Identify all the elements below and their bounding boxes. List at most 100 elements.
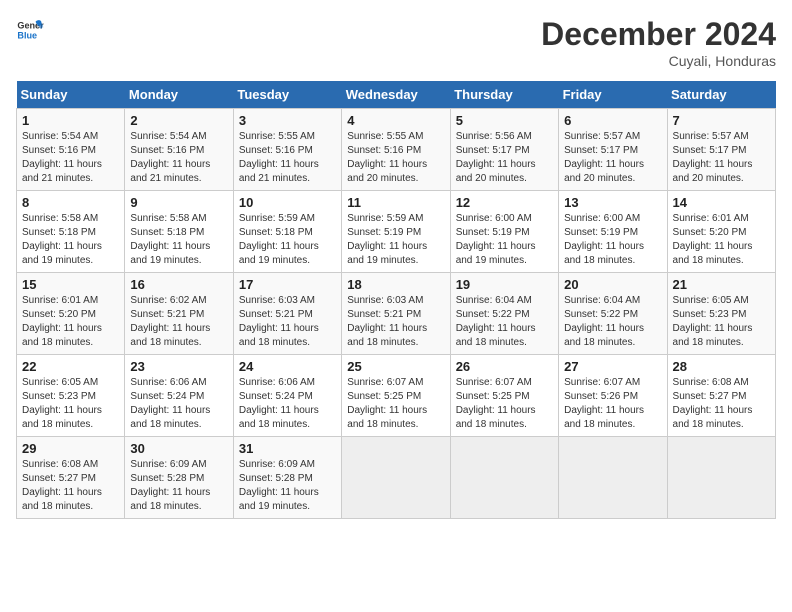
table-row: 27 Sunrise: 6:07 AM Sunset: 5:26 PM Dayl…: [559, 355, 667, 437]
day-number: 6: [564, 113, 661, 128]
day-info: Sunrise: 6:03 AM Sunset: 5:21 PM Dayligh…: [239, 294, 336, 350]
logo-icon: General Blue: [16, 16, 44, 44]
day-info: Sunrise: 6:00 AM Sunset: 5:19 PM Dayligh…: [456, 212, 553, 268]
day-info: Sunrise: 5:55 AM Sunset: 5:16 PM Dayligh…: [347, 130, 444, 186]
day-number: 29: [22, 441, 119, 456]
day-info: Sunrise: 5:58 AM Sunset: 5:18 PM Dayligh…: [130, 212, 227, 268]
day-number: 3: [239, 113, 336, 128]
table-row: 14 Sunrise: 6:01 AM Sunset: 5:20 PM Dayl…: [667, 191, 775, 273]
day-info: Sunrise: 5:54 AM Sunset: 5:16 PM Dayligh…: [130, 130, 227, 186]
table-row: 10 Sunrise: 5:59 AM Sunset: 5:18 PM Dayl…: [233, 191, 341, 273]
day-number: 7: [673, 113, 770, 128]
day-info: Sunrise: 5:57 AM Sunset: 5:17 PM Dayligh…: [673, 130, 770, 186]
header-row: Sunday Monday Tuesday Wednesday Thursday…: [17, 81, 776, 109]
table-row: 23 Sunrise: 6:06 AM Sunset: 5:24 PM Dayl…: [125, 355, 233, 437]
calendar-row: 1 Sunrise: 5:54 AM Sunset: 5:16 PM Dayli…: [17, 109, 776, 191]
table-row: 1 Sunrise: 5:54 AM Sunset: 5:16 PM Dayli…: [17, 109, 125, 191]
table-row: 6 Sunrise: 5:57 AM Sunset: 5:17 PM Dayli…: [559, 109, 667, 191]
day-number: 13: [564, 195, 661, 210]
table-row: 15 Sunrise: 6:01 AM Sunset: 5:20 PM Dayl…: [17, 273, 125, 355]
day-info: Sunrise: 6:08 AM Sunset: 5:27 PM Dayligh…: [22, 458, 119, 514]
calendar-table: Sunday Monday Tuesday Wednesday Thursday…: [16, 81, 776, 519]
day-number: 14: [673, 195, 770, 210]
day-number: 2: [130, 113, 227, 128]
table-row: 24 Sunrise: 6:06 AM Sunset: 5:24 PM Dayl…: [233, 355, 341, 437]
day-info: Sunrise: 6:02 AM Sunset: 5:21 PM Dayligh…: [130, 294, 227, 350]
day-info: Sunrise: 6:07 AM Sunset: 5:26 PM Dayligh…: [564, 376, 661, 432]
day-info: Sunrise: 5:54 AM Sunset: 5:16 PM Dayligh…: [22, 130, 119, 186]
table-row: 3 Sunrise: 5:55 AM Sunset: 5:16 PM Dayli…: [233, 109, 341, 191]
day-info: Sunrise: 5:58 AM Sunset: 5:18 PM Dayligh…: [22, 212, 119, 268]
day-info: Sunrise: 6:06 AM Sunset: 5:24 PM Dayligh…: [130, 376, 227, 432]
day-number: 9: [130, 195, 227, 210]
day-number: 4: [347, 113, 444, 128]
day-info: Sunrise: 6:09 AM Sunset: 5:28 PM Dayligh…: [239, 458, 336, 514]
title-area: December 2024 Cuyali, Honduras: [541, 16, 776, 69]
day-info: Sunrise: 6:01 AM Sunset: 5:20 PM Dayligh…: [22, 294, 119, 350]
table-row: 17 Sunrise: 6:03 AM Sunset: 5:21 PM Dayl…: [233, 273, 341, 355]
day-info: Sunrise: 6:05 AM Sunset: 5:23 PM Dayligh…: [673, 294, 770, 350]
day-number: 30: [130, 441, 227, 456]
day-number: 28: [673, 359, 770, 374]
table-row: 4 Sunrise: 5:55 AM Sunset: 5:16 PM Dayli…: [342, 109, 450, 191]
calendar-row: 29 Sunrise: 6:08 AM Sunset: 5:27 PM Dayl…: [17, 437, 776, 519]
day-number: 23: [130, 359, 227, 374]
day-number: 20: [564, 277, 661, 292]
table-row: 8 Sunrise: 5:58 AM Sunset: 5:18 PM Dayli…: [17, 191, 125, 273]
day-number: 12: [456, 195, 553, 210]
header-saturday: Saturday: [667, 81, 775, 109]
day-number: 26: [456, 359, 553, 374]
table-row: 16 Sunrise: 6:02 AM Sunset: 5:21 PM Dayl…: [125, 273, 233, 355]
table-row: [559, 437, 667, 519]
day-info: Sunrise: 5:55 AM Sunset: 5:16 PM Dayligh…: [239, 130, 336, 186]
table-row: [667, 437, 775, 519]
day-info: Sunrise: 6:04 AM Sunset: 5:22 PM Dayligh…: [564, 294, 661, 350]
svg-text:Blue: Blue: [17, 30, 37, 40]
table-row: [450, 437, 558, 519]
day-info: Sunrise: 6:04 AM Sunset: 5:22 PM Dayligh…: [456, 294, 553, 350]
day-number: 19: [456, 277, 553, 292]
day-info: Sunrise: 5:59 AM Sunset: 5:18 PM Dayligh…: [239, 212, 336, 268]
day-number: 16: [130, 277, 227, 292]
table-row: 22 Sunrise: 6:05 AM Sunset: 5:23 PM Dayl…: [17, 355, 125, 437]
header-monday: Monday: [125, 81, 233, 109]
page-header: General Blue December 2024 Cuyali, Hondu…: [16, 16, 776, 69]
day-number: 27: [564, 359, 661, 374]
table-row: 29 Sunrise: 6:08 AM Sunset: 5:27 PM Dayl…: [17, 437, 125, 519]
table-row: [342, 437, 450, 519]
calendar-row: 15 Sunrise: 6:01 AM Sunset: 5:20 PM Dayl…: [17, 273, 776, 355]
day-number: 25: [347, 359, 444, 374]
day-number: 22: [22, 359, 119, 374]
day-number: 24: [239, 359, 336, 374]
day-info: Sunrise: 6:03 AM Sunset: 5:21 PM Dayligh…: [347, 294, 444, 350]
table-row: 18 Sunrise: 6:03 AM Sunset: 5:21 PM Dayl…: [342, 273, 450, 355]
table-row: 7 Sunrise: 5:57 AM Sunset: 5:17 PM Dayli…: [667, 109, 775, 191]
table-row: 21 Sunrise: 6:05 AM Sunset: 5:23 PM Dayl…: [667, 273, 775, 355]
table-row: 12 Sunrise: 6:00 AM Sunset: 5:19 PM Dayl…: [450, 191, 558, 273]
table-row: 26 Sunrise: 6:07 AM Sunset: 5:25 PM Dayl…: [450, 355, 558, 437]
month-title: December 2024: [541, 16, 776, 53]
day-number: 17: [239, 277, 336, 292]
day-number: 5: [456, 113, 553, 128]
day-info: Sunrise: 6:08 AM Sunset: 5:27 PM Dayligh…: [673, 376, 770, 432]
day-info: Sunrise: 5:56 AM Sunset: 5:17 PM Dayligh…: [456, 130, 553, 186]
table-row: 30 Sunrise: 6:09 AM Sunset: 5:28 PM Dayl…: [125, 437, 233, 519]
table-row: 28 Sunrise: 6:08 AM Sunset: 5:27 PM Dayl…: [667, 355, 775, 437]
table-row: 25 Sunrise: 6:07 AM Sunset: 5:25 PM Dayl…: [342, 355, 450, 437]
table-row: 5 Sunrise: 5:56 AM Sunset: 5:17 PM Dayli…: [450, 109, 558, 191]
location: Cuyali, Honduras: [541, 53, 776, 69]
header-sunday: Sunday: [17, 81, 125, 109]
day-number: 18: [347, 277, 444, 292]
day-number: 8: [22, 195, 119, 210]
day-number: 1: [22, 113, 119, 128]
day-info: Sunrise: 6:07 AM Sunset: 5:25 PM Dayligh…: [347, 376, 444, 432]
day-info: Sunrise: 5:59 AM Sunset: 5:19 PM Dayligh…: [347, 212, 444, 268]
day-info: Sunrise: 6:07 AM Sunset: 5:25 PM Dayligh…: [456, 376, 553, 432]
calendar-row: 22 Sunrise: 6:05 AM Sunset: 5:23 PM Dayl…: [17, 355, 776, 437]
calendar-row: 8 Sunrise: 5:58 AM Sunset: 5:18 PM Dayli…: [17, 191, 776, 273]
day-info: Sunrise: 6:00 AM Sunset: 5:19 PM Dayligh…: [564, 212, 661, 268]
day-info: Sunrise: 6:09 AM Sunset: 5:28 PM Dayligh…: [130, 458, 227, 514]
header-friday: Friday: [559, 81, 667, 109]
table-row: 11 Sunrise: 5:59 AM Sunset: 5:19 PM Dayl…: [342, 191, 450, 273]
logo: General Blue: [16, 16, 44, 44]
